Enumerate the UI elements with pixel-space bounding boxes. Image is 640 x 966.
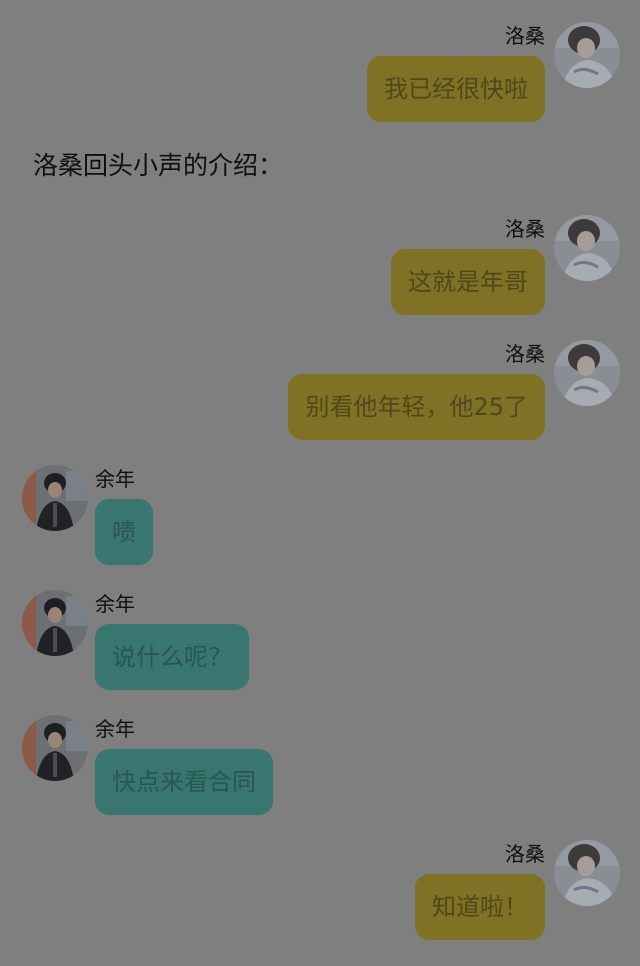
sender-name: 余年 [95, 467, 135, 491]
message-bubble[interactable]: 啧 [95, 499, 153, 565]
sender-name: 余年 [95, 717, 135, 741]
sender-name: 洛桑 [505, 217, 545, 241]
message-bubble[interactable]: 知道啦！ [415, 874, 545, 940]
avatar[interactable] [554, 22, 620, 88]
avatar[interactable] [22, 465, 88, 531]
message-bubble[interactable]: 别看他年轻，他25了 [288, 374, 545, 440]
sender-name: 洛桑 [505, 24, 545, 48]
message-bubble[interactable]: 说什么呢？ [95, 624, 249, 690]
avatar[interactable] [554, 340, 620, 406]
message-bubble[interactable]: 快点来看合同 [95, 749, 273, 815]
avatar[interactable] [22, 715, 88, 781]
avatar[interactable] [22, 590, 88, 656]
sender-name: 洛桑 [505, 342, 545, 366]
message-bubble[interactable]: 这就是年哥 [391, 249, 545, 315]
avatar[interactable] [554, 215, 620, 281]
avatar[interactable] [554, 840, 620, 906]
message-bubble[interactable]: 我已经很快啦 [367, 56, 545, 122]
sender-name: 洛桑 [505, 842, 545, 866]
sender-name: 余年 [95, 592, 135, 616]
narration-text: 洛桑回头小声的介绍： [33, 151, 284, 180]
